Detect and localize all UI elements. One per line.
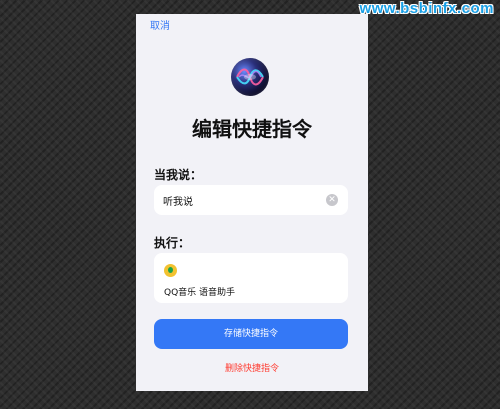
action-card[interactable]: QQ音乐 语音助手: [154, 253, 348, 303]
trigger-label: 当我说：: [154, 168, 203, 182]
save-shortcut-button[interactable]: 存储快捷指令: [154, 319, 348, 349]
phrase-input[interactable]: 听我说 ✕: [154, 185, 348, 215]
cancel-button[interactable]: 取消: [150, 17, 170, 32]
siri-icon: [231, 58, 269, 96]
page-title: 编辑快捷指令: [192, 117, 312, 141]
qq-music-icon: [164, 264, 177, 277]
action-app-name: QQ音乐 语音助手: [164, 288, 236, 298]
site-watermark: www.bsbinfx.com: [359, 0, 494, 17]
edit-shortcut-sheet: 取消 编辑快捷指令 当我说： 听我说 ✕ 执行： QQ音乐 语音助手 存储快捷指…: [136, 14, 368, 391]
action-label: 执行：: [154, 236, 191, 250]
phrase-input-value: 听我说: [163, 197, 193, 208]
delete-shortcut-button[interactable]: 删除快捷指令: [136, 361, 368, 374]
clear-icon[interactable]: ✕: [326, 194, 338, 206]
